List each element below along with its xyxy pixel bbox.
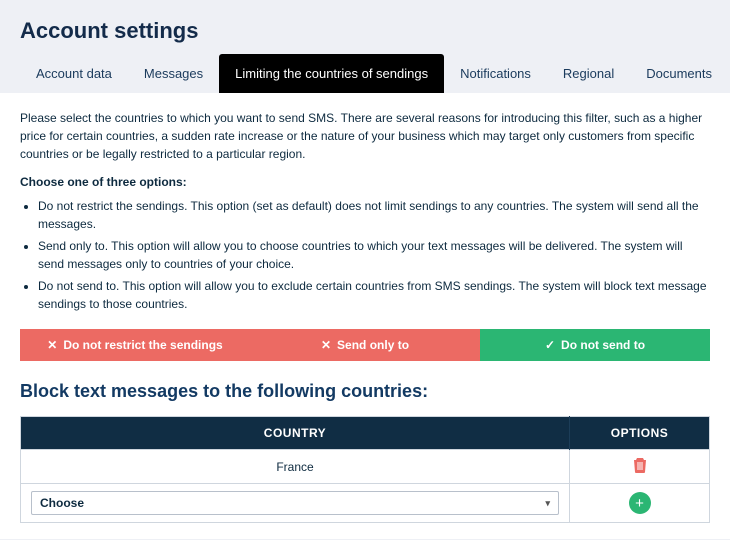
plus-icon: +: [635, 496, 644, 511]
mode-buttons: ✕ Do not restrict the sendings ✕ Send on…: [20, 329, 710, 361]
tab-documents[interactable]: Documents: [630, 54, 728, 93]
country-cell: France: [21, 450, 570, 484]
option-no-send: Do not send to. This option will allow y…: [38, 277, 710, 313]
tab-limiting-countries[interactable]: Limiting the countries of sendings: [219, 54, 444, 93]
tab-notifications[interactable]: Notifications: [444, 54, 547, 93]
tab-messages[interactable]: Messages: [128, 54, 219, 93]
tabs: Account data Messages Limiting the count…: [0, 54, 730, 93]
option-send-only: Send only to. This option will allow you…: [38, 237, 710, 273]
btn-no-restrict[interactable]: ✕ Do not restrict the sendings: [20, 329, 250, 361]
btn-no-send-label: Do not send to: [561, 338, 645, 352]
tab-account-data[interactable]: Account data: [20, 54, 128, 93]
options-list: Do not restrict the sendings. This optio…: [20, 197, 710, 313]
table-row-add: Choose ▾ +: [21, 484, 710, 523]
intro-text: Please select the countries to which you…: [20, 109, 710, 163]
close-icon: ✕: [47, 338, 57, 352]
country-select[interactable]: Choose ▾: [31, 491, 559, 515]
btn-send-only-label: Send only to: [337, 338, 409, 352]
choose-label: Choose one of three options:: [20, 175, 710, 189]
chevron-down-icon: ▾: [545, 498, 550, 509]
check-icon: ✓: [545, 338, 555, 352]
block-section-title: Block text messages to the following cou…: [20, 381, 710, 402]
btn-send-only[interactable]: ✕ Send only to: [250, 329, 480, 361]
tab-regional[interactable]: Regional: [547, 54, 630, 93]
col-header-options: OPTIONS: [570, 417, 710, 450]
btn-no-send[interactable]: ✓ Do not send to: [480, 329, 710, 361]
option-no-restrict: Do not restrict the sendings. This optio…: [38, 197, 710, 233]
add-country-button[interactable]: +: [629, 492, 651, 514]
btn-no-restrict-label: Do not restrict the sendings: [63, 338, 222, 352]
table-row: France: [21, 450, 710, 484]
col-header-country: COUNTRY: [21, 417, 570, 450]
content-panel: Please select the countries to which you…: [0, 93, 730, 539]
trash-icon[interactable]: [633, 457, 647, 473]
block-table: COUNTRY OPTIONS France: [20, 416, 710, 523]
country-select-label: Choose: [40, 496, 84, 510]
options-cell: [570, 450, 710, 484]
close-icon: ✕: [321, 338, 331, 352]
page-title: Account settings: [0, 0, 730, 54]
